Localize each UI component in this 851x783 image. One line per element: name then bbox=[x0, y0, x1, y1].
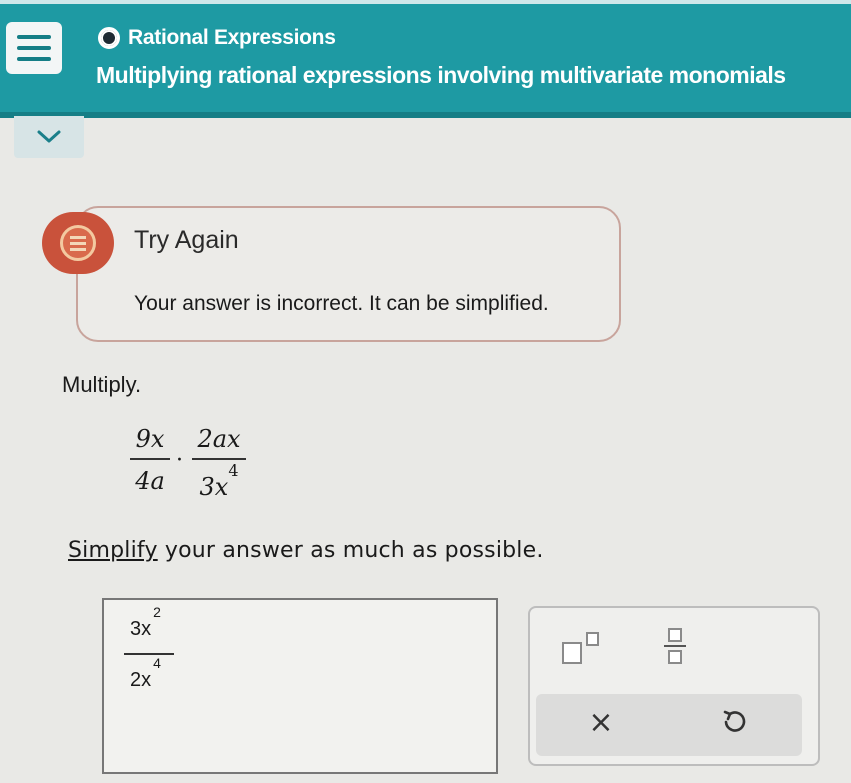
fraction-2-denominator: 3x4 bbox=[199, 461, 239, 501]
simplify-instruction-text: your answer as much as possible. bbox=[157, 538, 544, 563]
answer-fraction-bar bbox=[124, 653, 174, 655]
clear-button[interactable]: × bbox=[586, 704, 616, 740]
hamburger-menu-button[interactable] bbox=[6, 22, 62, 74]
fraction-template-icon[interactable] bbox=[662, 628, 688, 670]
topic-label: Rational Expressions bbox=[128, 26, 336, 49]
page-title: Multiplying rational expressions involvi… bbox=[96, 62, 786, 88]
problem-instruction: Multiply. bbox=[62, 372, 142, 397]
menu-line-icon bbox=[17, 57, 51, 61]
fraction-1-denominator: 4a bbox=[135, 467, 165, 495]
answer-numerator[interactable]: 3x 2 bbox=[130, 604, 161, 641]
feedback-icon bbox=[42, 212, 114, 274]
simplify-instruction: Simplify your answer as much as possible… bbox=[68, 538, 544, 563]
header-bar bbox=[0, 0, 851, 116]
feedback-message: Your answer is incorrect. It can be simp… bbox=[134, 292, 549, 315]
chevron-down-icon bbox=[37, 130, 61, 143]
fraction-1-numerator: 9x bbox=[135, 425, 165, 453]
simplify-link[interactable]: Simplify bbox=[68, 538, 158, 563]
undo-button[interactable] bbox=[718, 706, 750, 738]
fraction-2: 2ax 3x4 bbox=[192, 424, 246, 502]
answer-fraction[interactable]: 3x 2 2x 4 bbox=[124, 604, 174, 692]
undo-icon bbox=[723, 710, 746, 732]
fraction-2-numerator: 2ax bbox=[197, 425, 241, 453]
fraction-1: 9x 4a bbox=[130, 424, 170, 496]
topic-status-icon bbox=[98, 27, 120, 49]
multiply-operator: · bbox=[176, 448, 183, 473]
collapse-button[interactable] bbox=[14, 116, 84, 158]
menu-line-icon bbox=[17, 46, 51, 50]
feedback-title: Try Again bbox=[134, 226, 239, 254]
answer-input-box[interactable]: 3x 2 2x 4 bbox=[102, 598, 498, 774]
message-icon bbox=[60, 225, 96, 261]
answer-denominator[interactable]: 2x 4 bbox=[130, 655, 161, 692]
topic-row: Rational Expressions bbox=[98, 26, 336, 50]
header-divider bbox=[0, 112, 851, 118]
menu-line-icon bbox=[17, 35, 51, 39]
tool-action-row bbox=[536, 694, 802, 756]
exponent-template-icon[interactable] bbox=[560, 630, 608, 666]
